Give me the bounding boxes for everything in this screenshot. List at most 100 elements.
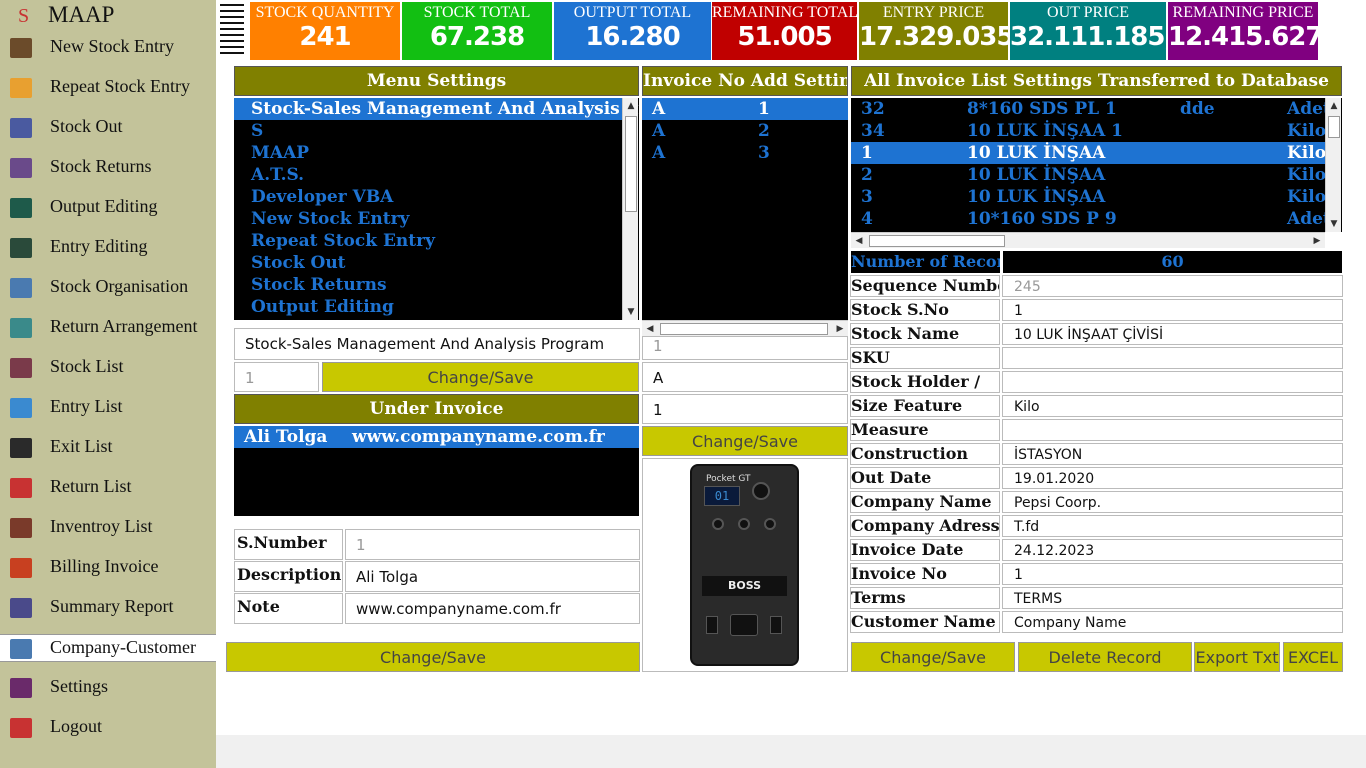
sidebar-item-repeat-stock-entry[interactable]: Repeat Stock Entry [0, 74, 216, 102]
list-item[interactable]: Stock Out [234, 252, 622, 274]
sidebar-item-return-list[interactable]: Return List [0, 474, 216, 502]
menu-settings-list[interactable]: Stock-Sales Management And Analysis Prog… [234, 98, 639, 320]
list-item[interactable]: A1 [642, 98, 848, 120]
list-item[interactable]: A3 [642, 142, 848, 164]
field-value[interactable]: Ali Tolga [345, 561, 640, 592]
repeat-stock-entry-icon [10, 78, 32, 98]
sidebar-item-new-stock-entry[interactable]: New Stock Entry [0, 34, 216, 62]
invoice-no-field-1[interactable]: 1 [642, 336, 848, 360]
sidebar-item-stock-organisation[interactable]: Stock Organisation [0, 274, 216, 302]
invoice-no-field-2[interactable]: A [642, 362, 848, 392]
scroll-thumb[interactable] [869, 235, 1005, 247]
sidebar-item-settings[interactable]: Settings [0, 674, 216, 702]
list-item[interactable]: 3 10 LUK İNŞAA Kilo [851, 186, 1326, 208]
sidebar-item-summary-report[interactable]: Summary Report [0, 594, 216, 622]
list-item[interactable]: MAAP [234, 142, 622, 164]
detail-value[interactable]: 19.01.2020 [1002, 467, 1343, 489]
detail-value[interactable]: 1 [1002, 299, 1343, 321]
row-series: A [652, 121, 666, 141]
sidebar-item-stock-list[interactable]: Stock List [0, 354, 216, 382]
list-item[interactable]: S [234, 120, 622, 142]
stock-organisation-icon [10, 278, 32, 298]
menu-change-save-button[interactable]: Change/Save [322, 362, 639, 392]
invoice-no-hscrollbar[interactable]: ◀ ▶ [642, 320, 848, 336]
scroll-thumb[interactable] [625, 116, 637, 212]
sidebar-item-billing-invoice[interactable]: Billing Invoice [0, 554, 216, 582]
all-invoice-list[interactable]: 32 8*160 SDS PL 1 dde Adet 34 10 LUK İNŞAA 1K… [851, 98, 1342, 232]
sidebar-item-stock-out[interactable]: Stock Out [0, 114, 216, 142]
detail-value[interactable] [1002, 371, 1343, 393]
sidebar-item-company-customer[interactable]: Company-Customer [0, 634, 216, 662]
product-image: Pocket GT 01 BOSS [690, 464, 799, 666]
stat-card-remaining-price: REMAINING PRICE 12.415.627,88 [1168, 2, 1366, 60]
invoice-no-list[interactable]: A1A2A3 [642, 98, 848, 320]
scroll-right-icon[interactable]: ▶ [1309, 233, 1325, 249]
list-item[interactable]: A2 [642, 120, 848, 142]
excel-button[interactable]: EXCEL [1283, 642, 1343, 672]
detail-value[interactable]: 24.12.2023 [1002, 539, 1343, 561]
detail-value[interactable]: Pepsi Coorp. [1002, 491, 1343, 513]
menu-number-field[interactable]: 1 [234, 362, 319, 392]
list-item[interactable]: 4 10*160 SDS P 9 Adet [851, 208, 1331, 230]
scroll-up-icon[interactable]: ▲ [1326, 98, 1342, 114]
sidebar-item-return-arrangement[interactable]: Return Arrangement [0, 314, 216, 342]
all-invoice-vscrollbar[interactable]: ▲ ▼ [1325, 98, 1341, 232]
sidebar-item-stock-returns[interactable]: Stock Returns [0, 154, 216, 182]
list-item[interactable]: 2 10 LUK İNŞAA Kilo [851, 164, 1326, 186]
detail-value[interactable] [1002, 347, 1343, 369]
sidebar-item-output-editing[interactable]: Output Editing [0, 194, 216, 222]
all-invoice-hscrollbar[interactable]: ◀ ▶ [851, 232, 1325, 248]
detail-value[interactable]: Kilo [1002, 395, 1343, 417]
new-stock-entry-icon [10, 38, 32, 58]
detail-value[interactable]: İSTASYON [1002, 443, 1343, 465]
list-item[interactable]: New Stock Entry [234, 208, 622, 230]
sidebar-item-entry-list[interactable]: Entry List [0, 394, 216, 422]
row-no: 1 [861, 143, 873, 163]
list-item[interactable]: Stock Returns [234, 274, 622, 296]
under-invoice-change-save-button[interactable]: Change/Save [226, 642, 640, 672]
scroll-left-icon[interactable]: ◀ [851, 233, 867, 249]
field-value[interactable]: www.companyname.com.fr [345, 593, 640, 624]
invoice-no-change-save-button[interactable]: Change/Save [642, 426, 848, 456]
list-item[interactable]: Ali Tolga www.companyname.com.fr [234, 426, 639, 448]
detail-value[interactable] [1002, 419, 1343, 441]
detail-value[interactable]: 1 [1002, 563, 1343, 585]
stat-card-out-price: OUT PRICE 32.111.185,45 [1010, 2, 1209, 60]
list-item[interactable]: Developer VBA [234, 186, 622, 208]
menu-text-field[interactable]: Stock-Sales Management And Analysis Prog… [234, 328, 640, 360]
field-value[interactable]: 1 [345, 529, 640, 560]
sidebar-item-exit-list[interactable]: Exit List [0, 434, 216, 462]
list-item[interactable]: Stock-Sales Management And Analysis Prog… [234, 98, 639, 120]
scroll-up-icon[interactable]: ▲ [623, 98, 639, 114]
detail-value[interactable]: 10 LUK İNŞAAT ÇİVİSİ [1002, 323, 1343, 345]
list-item[interactable]: Output Editing [234, 296, 622, 318]
scroll-down-icon[interactable]: ▼ [1326, 216, 1342, 232]
scroll-down-icon[interactable]: ▼ [623, 304, 639, 320]
stat-value: 67.238 [429, 22, 525, 52]
list-item[interactable]: A.T.S. [234, 164, 622, 186]
sidebar-item-inventroy-list[interactable]: Inventroy List [0, 514, 216, 542]
invoice-no-field-3[interactable]: 1 [642, 394, 848, 424]
sidebar-item-logout[interactable]: Logout [0, 714, 216, 742]
scroll-thumb[interactable] [1328, 116, 1340, 138]
hamburger-menu-icon[interactable] [220, 4, 244, 60]
sidebar-item-label: Exit List [50, 436, 113, 456]
list-item[interactable]: 1 10 LUK İNŞAA Kilo [851, 142, 1326, 164]
detail-value[interactable]: 245 [1002, 275, 1343, 297]
delete-record-button[interactable]: Delete Record [1018, 642, 1192, 672]
detail-value[interactable]: T.fd [1002, 515, 1343, 537]
under-invoice-list[interactable]: Ali Tolga www.companyname.com.fr [234, 426, 639, 516]
list-item[interactable]: 34 10 LUK İNŞAA 1 Kilo [851, 120, 1326, 142]
export-txt-button[interactable]: Export Txt [1194, 642, 1280, 672]
scroll-left-icon[interactable]: ◀ [642, 321, 658, 337]
sidebar-item-entry-editing[interactable]: Entry Editing [0, 234, 216, 262]
scroll-thumb[interactable] [660, 323, 828, 335]
menu-settings-scrollbar[interactable]: ▲ ▼ [622, 98, 638, 320]
detail-value[interactable]: TERMS [1002, 587, 1343, 609]
list-item[interactable]: 32 8*160 SDS PL 1 dde Adet [851, 98, 1331, 120]
detail-value[interactable]: Company Name [1002, 611, 1343, 633]
list-item[interactable]: Repeat Stock Entry [234, 230, 622, 252]
all-invoice-change-save-button[interactable]: Change/Save [851, 642, 1015, 672]
scroll-right-icon[interactable]: ▶ [832, 321, 848, 337]
stat-title: REMAINING PRICE [1172, 4, 1314, 21]
